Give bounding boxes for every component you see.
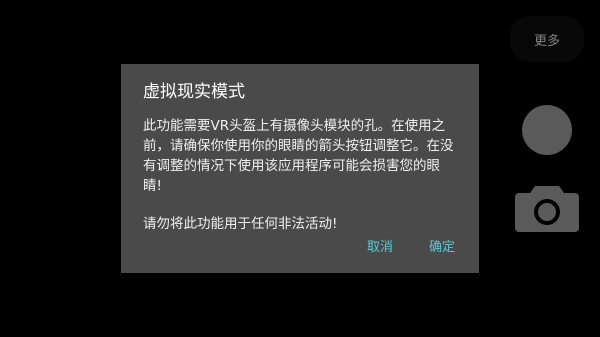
cancel-button[interactable]: 取消: [367, 236, 393, 255]
dialog-warning: 请勿将此功能用于任何非法活动!: [143, 216, 338, 232]
dialog-actions: 取消 确定: [367, 236, 455, 255]
screen: 更多 虚拟现实模式 此功能需要VR头盔上有摄像头模块的孔。在使用之前，请确保你使…: [0, 0, 600, 337]
vr-mode-dialog: 虚拟现实模式 此功能需要VR头盔上有摄像头模块的孔。在使用之前，请确保你使用你的…: [121, 64, 479, 273]
dialog-title: 虚拟现实模式: [143, 82, 245, 102]
dialog-body: 此功能需要VR头盔上有摄像头模块的孔。在使用之前，请确保你使用你的眼睛的箭头按钮…: [143, 118, 454, 194]
confirm-button[interactable]: 确定: [429, 236, 455, 255]
